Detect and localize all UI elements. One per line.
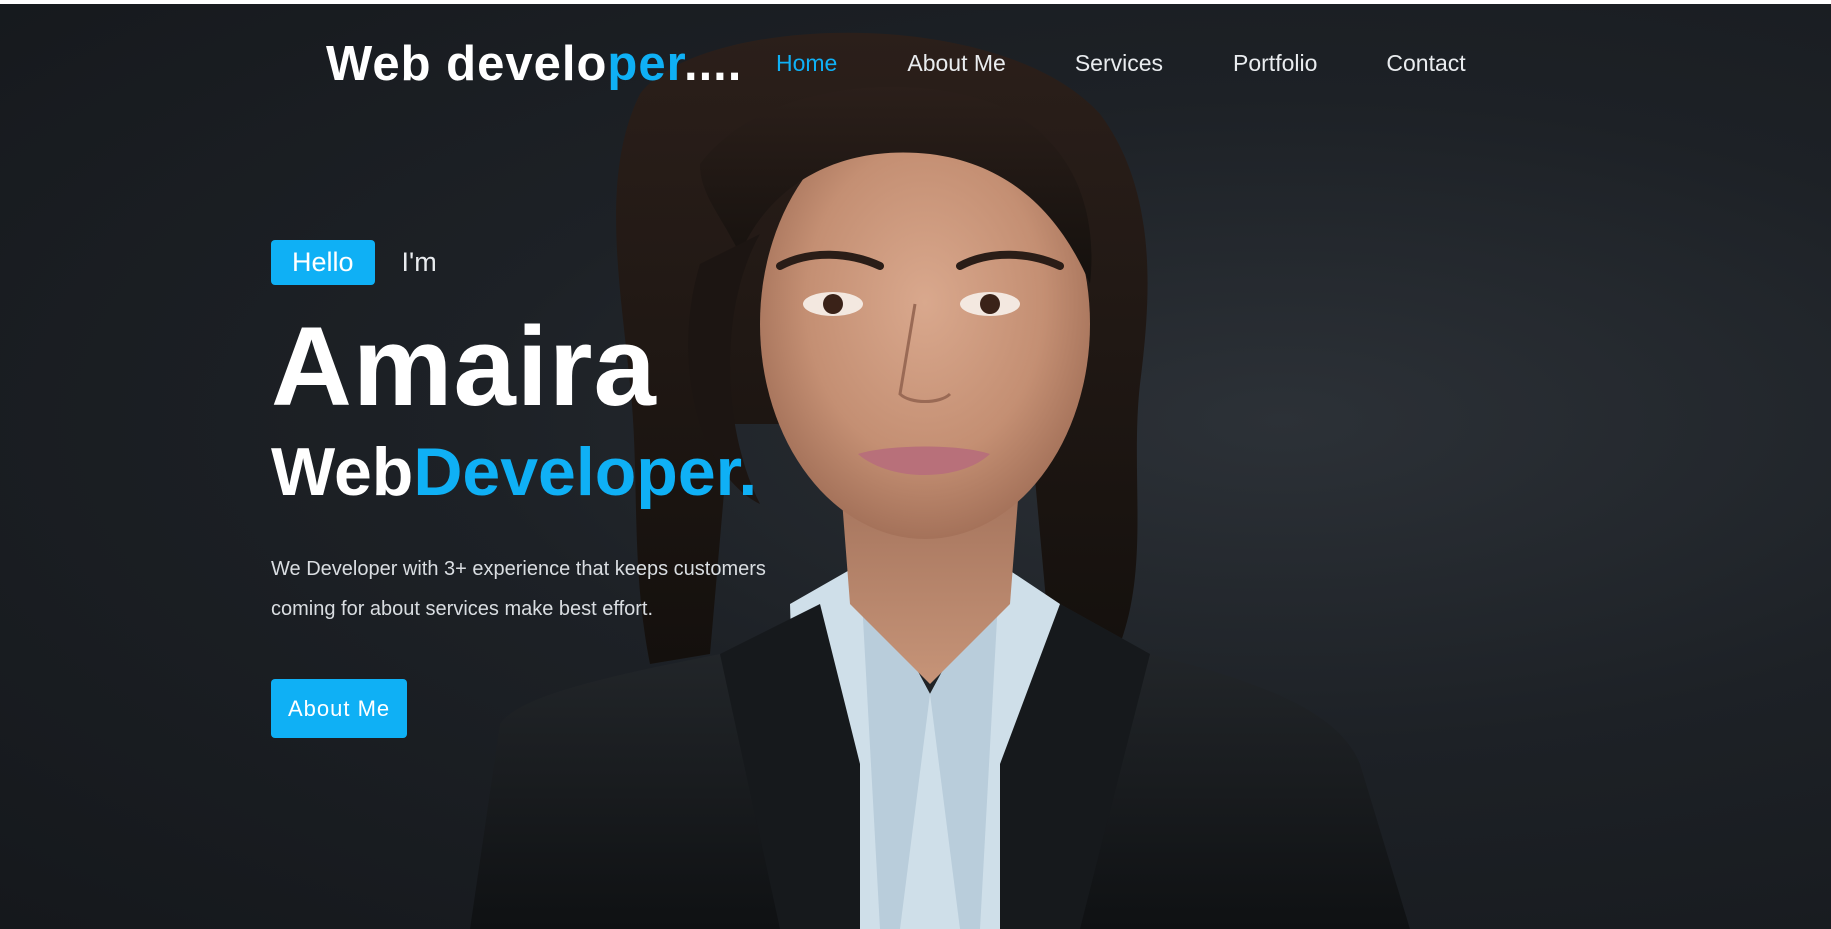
hero-role-second: Developer. bbox=[413, 434, 758, 510]
hero-name: Amaira bbox=[271, 304, 657, 429]
top-navbar: Web developer.... Home About Me Services… bbox=[0, 4, 1831, 122]
hero-section: Web developer.... Home About Me Services… bbox=[0, 4, 1831, 929]
main-nav: Home About Me Services Portfolio Contact bbox=[776, 48, 1466, 78]
hero-description: We Developer with 3+ experience that kee… bbox=[271, 558, 766, 620]
hero-content: Hello I'm Amaira WebDeveloper. We Develo… bbox=[271, 240, 971, 738]
nav-link-contact[interactable]: Contact bbox=[1386, 48, 1465, 78]
about-me-button[interactable]: About Me bbox=[271, 679, 408, 738]
nav-link-home[interactable]: Home bbox=[776, 48, 837, 78]
logo-accent-text: per bbox=[607, 37, 684, 91]
nav-link-portfolio[interactable]: Portfolio bbox=[1233, 48, 1317, 78]
site-logo[interactable]: Web developer.... bbox=[326, 36, 742, 92]
nav-link-about-me[interactable]: About Me bbox=[907, 48, 1005, 78]
logo-main-text: Web develo bbox=[326, 37, 608, 91]
greeting-row: Hello I'm bbox=[271, 240, 971, 285]
hero-role: WebDeveloper. bbox=[271, 435, 971, 509]
hero-role-first: Web bbox=[271, 434, 414, 510]
logo-suffix-text: .... bbox=[683, 37, 743, 91]
hello-badge: Hello bbox=[271, 240, 375, 285]
nav-link-services[interactable]: Services bbox=[1075, 48, 1163, 78]
im-text: I'm bbox=[401, 247, 437, 277]
